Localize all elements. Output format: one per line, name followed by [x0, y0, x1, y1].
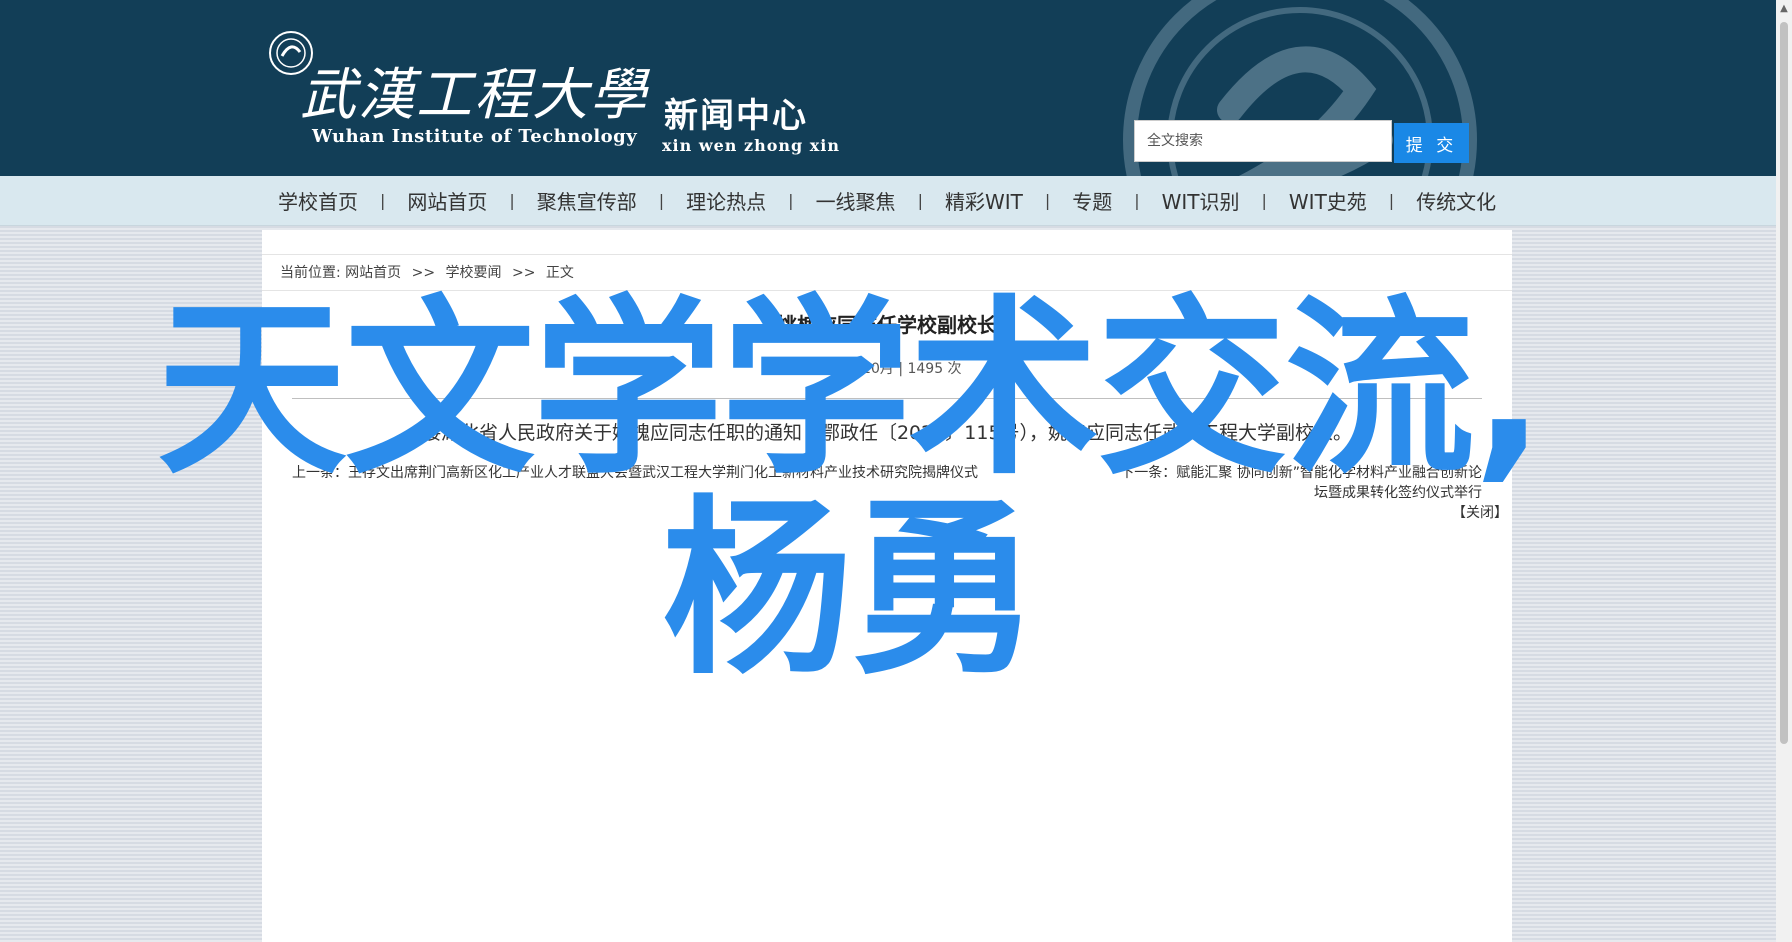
nav-separator: | — [1261, 191, 1267, 210]
nav-item-site-home[interactable]: 网站首页 — [407, 186, 487, 215]
nav-separator: | — [1388, 191, 1395, 210]
news-center-pinyin: xin wen zhong xin — [662, 136, 841, 155]
news-center-title: 新闻中心 — [664, 96, 808, 136]
nav-item-frontline[interactable]: 一线聚焦 — [816, 186, 896, 215]
nav-separator: | — [509, 191, 515, 210]
nav-separator: | — [1044, 191, 1051, 210]
search-submit-button[interactable]: 提 交 — [1394, 123, 1469, 163]
school-name-en: Wuhan Institute of Technology — [312, 126, 638, 147]
main-nav: 学校首页 | 网站首页 | 聚焦宣传部 | 理论热点 | 一线聚焦 | 精彩WI… — [0, 176, 1776, 226]
divider — [262, 254, 1512, 255]
nav-separator: | — [1134, 191, 1140, 210]
nav-item-publicity[interactable]: 聚焦宣传部 — [537, 186, 637, 215]
school-name-cn: 武漢工程大學 — [300, 63, 648, 128]
nav-item-wit-highlights[interactable]: 精彩WIT — [945, 186, 1023, 215]
nav-separator: | — [917, 191, 923, 210]
nav-item-school-home[interactable]: 学校首页 — [278, 186, 358, 215]
scroll-up-arrow-icon[interactable]: ▲ — [1778, 3, 1790, 15]
scrollbar-thumb[interactable] — [1780, 22, 1788, 744]
search-input[interactable] — [1134, 120, 1392, 162]
nav-item-wit-identity[interactable]: WIT识别 — [1162, 186, 1240, 215]
overlay-caption: 天文学学术交流,杨勇 — [156, 279, 1545, 700]
nav-separator: | — [380, 191, 386, 210]
nav-separator: | — [658, 191, 665, 210]
nav-item-wit-history[interactable]: WIT史苑 — [1289, 186, 1367, 215]
nav-separator: | — [788, 191, 794, 210]
site-header: 武漢工程大學 Wuhan Institute of Technology 新闻中… — [0, 0, 1776, 176]
nav-item-topics[interactable]: 专题 — [1072, 186, 1112, 215]
nav-item-traditional-culture[interactable]: 传统文化 — [1416, 186, 1496, 215]
nav-item-theory[interactable]: 理论热点 — [686, 186, 766, 215]
